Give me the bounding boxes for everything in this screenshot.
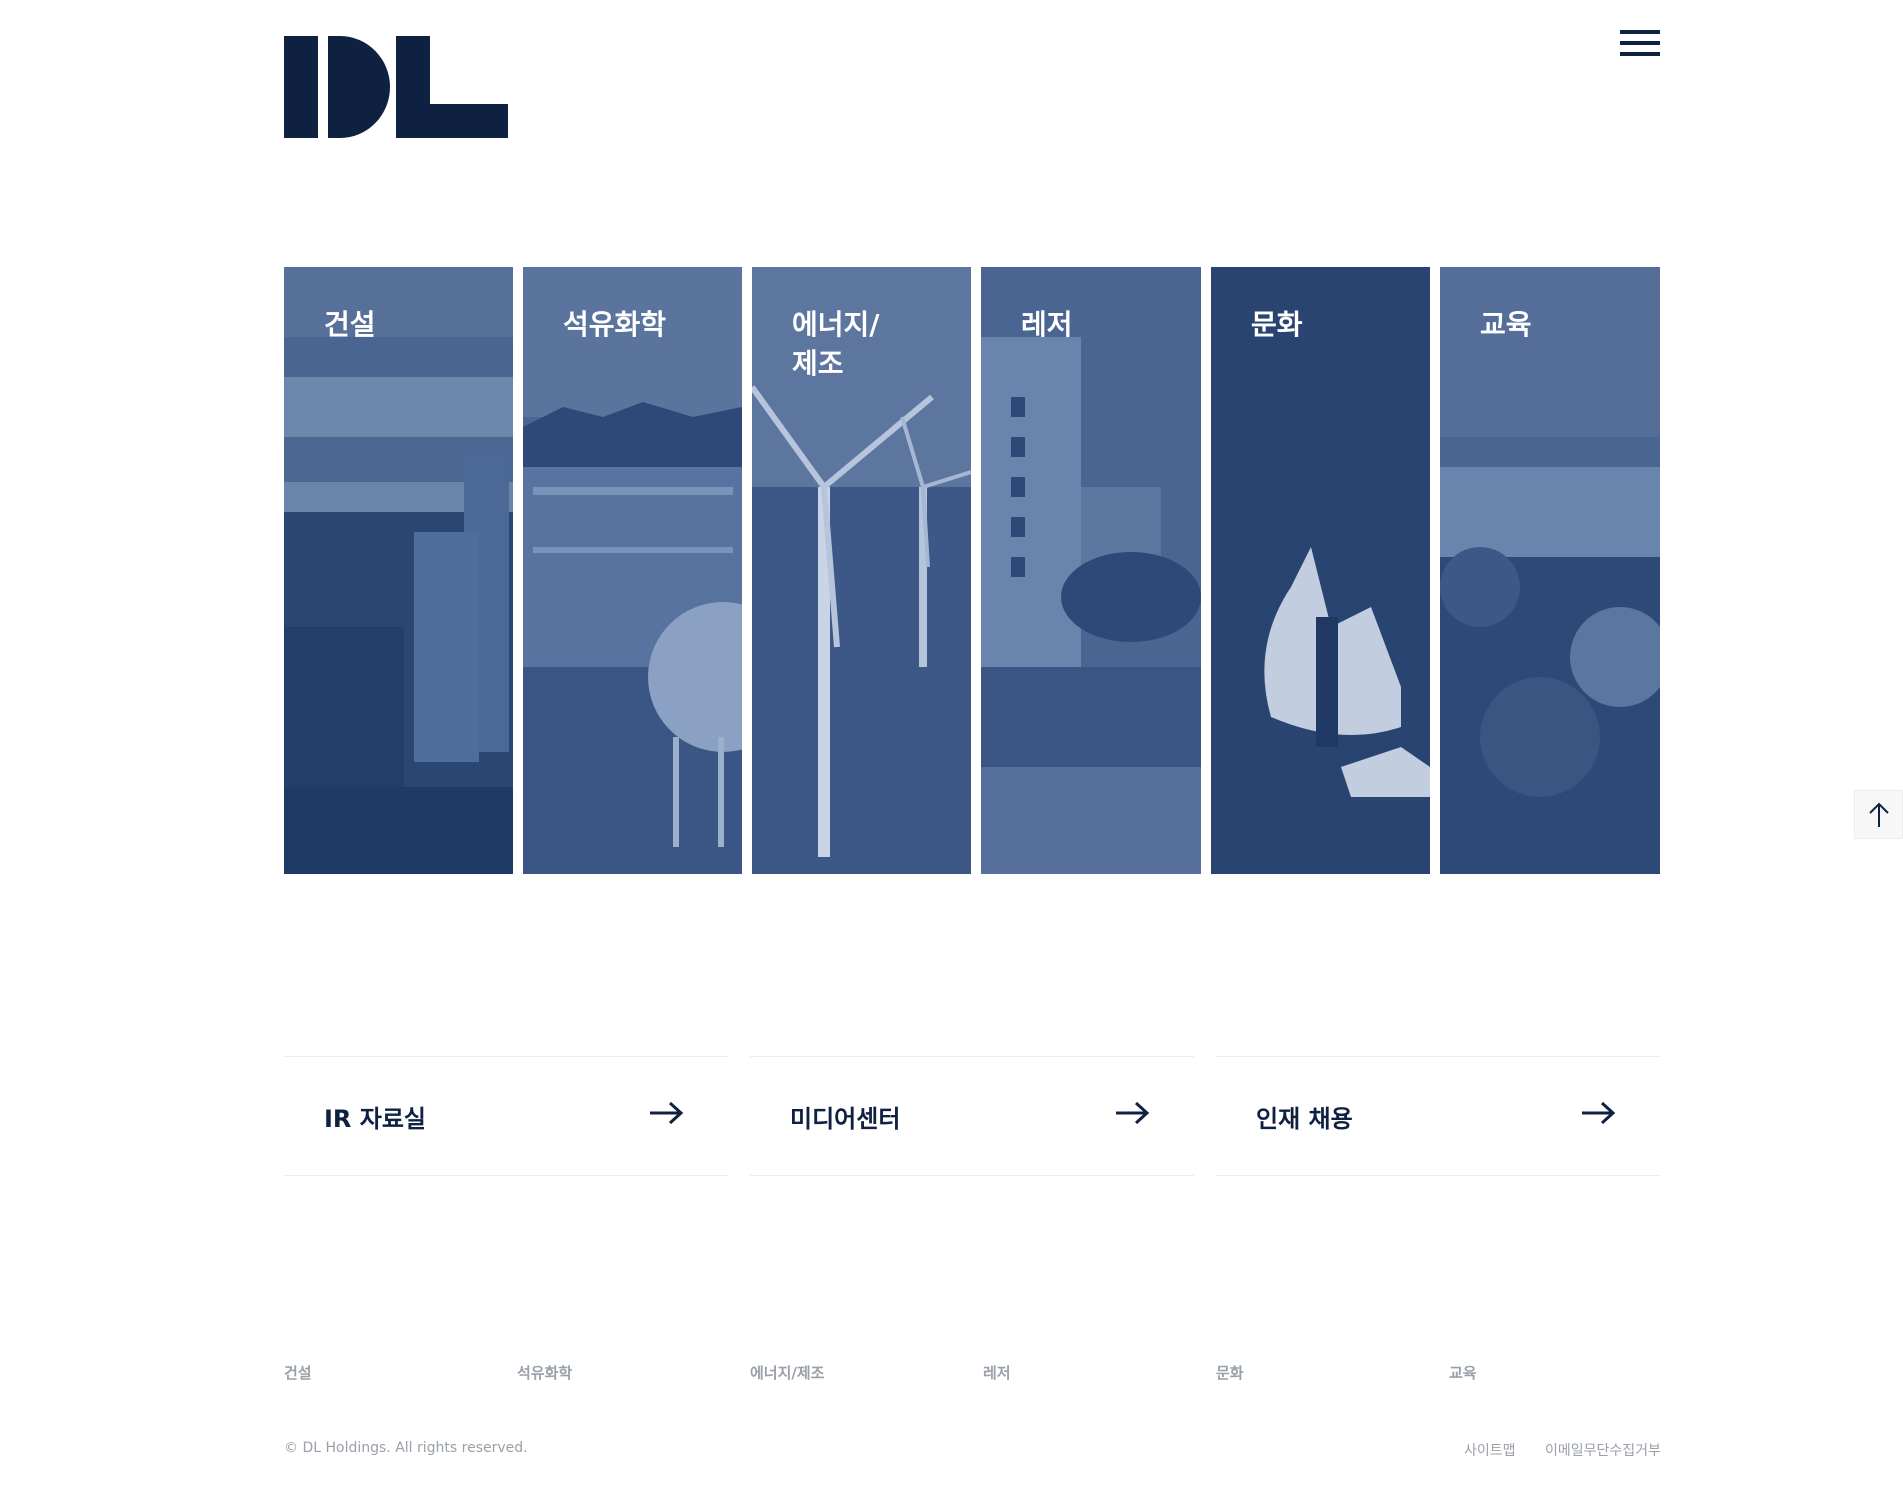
media-center-link[interactable]: 미디어센터 [750,1056,1194,1176]
arrow-right-icon [650,1101,684,1125]
petrochemical-image [523,267,742,874]
menu-line [1620,52,1660,56]
sitemap-link[interactable]: 사이트맵 [1464,1440,1516,1460]
leisure-image [981,267,1201,874]
panel-energy-manufacturing[interactable]: 에너지/ 제조 [752,267,971,874]
arrow-right-icon [1582,1101,1616,1125]
panel-label: 교육 [1480,308,1532,341]
scroll-top-button[interactable] [1854,790,1903,839]
dl-logo[interactable] [284,36,508,138]
panel-petrochemical[interactable]: 석유화학 [523,267,742,874]
menu-line [1620,41,1660,45]
arrow-up-icon [1869,802,1889,827]
email-refusal-link[interactable]: 이메일무단수집거부 [1545,1440,1661,1460]
footer-link-construction[interactable]: 건설 [284,1362,312,1383]
panel-label: 건설 [324,308,376,341]
recruit-link[interactable]: 인재 채용 [1216,1056,1660,1176]
menu-line [1620,30,1660,34]
panel-leisure[interactable]: 레저 [981,267,1201,874]
panel-label: 레저 [1021,308,1073,341]
footer-link-petrochemical[interactable]: 석유화학 [517,1362,572,1383]
panel-education[interactable]: 교육 [1440,267,1660,874]
hamburger-menu-icon[interactable] [1620,30,1660,60]
footer-link-education[interactable]: 교육 [1449,1362,1477,1383]
arrow-right-icon [1116,1101,1150,1125]
copyright: © DL Holdings. All rights reserved. [284,1440,528,1456]
footer-categories: 건설 석유화학 에너지/제조 레저 문화 교육 [284,1362,1660,1384]
panel-label: 문화 [1251,308,1303,341]
link-label: 인재 채용 [1256,1105,1353,1133]
footer-link-culture[interactable]: 문화 [1216,1362,1244,1383]
quick-links: IR 자료실 미디어센터 인재 채용 [284,1056,1660,1176]
panel-label: 석유화학 [563,308,667,341]
panel-construction[interactable]: 건설 [284,267,513,874]
link-label: IR 자료실 [324,1105,427,1133]
panel-label: 에너지/ 제조 [792,308,880,380]
footer-link-leisure[interactable]: 레저 [983,1362,1011,1383]
ir-link[interactable]: IR 자료실 [284,1056,728,1176]
business-panels: 건설 석유화학 에너지/ 제조 레저 문화 교육 [284,267,1660,874]
culture-image [1211,267,1430,874]
education-image [1440,267,1660,874]
link-label: 미디어센터 [790,1105,901,1133]
footer-link-energy[interactable]: 에너지/제조 [750,1362,824,1383]
panel-culture[interactable]: 문화 [1211,267,1430,874]
construction-image [284,267,513,874]
